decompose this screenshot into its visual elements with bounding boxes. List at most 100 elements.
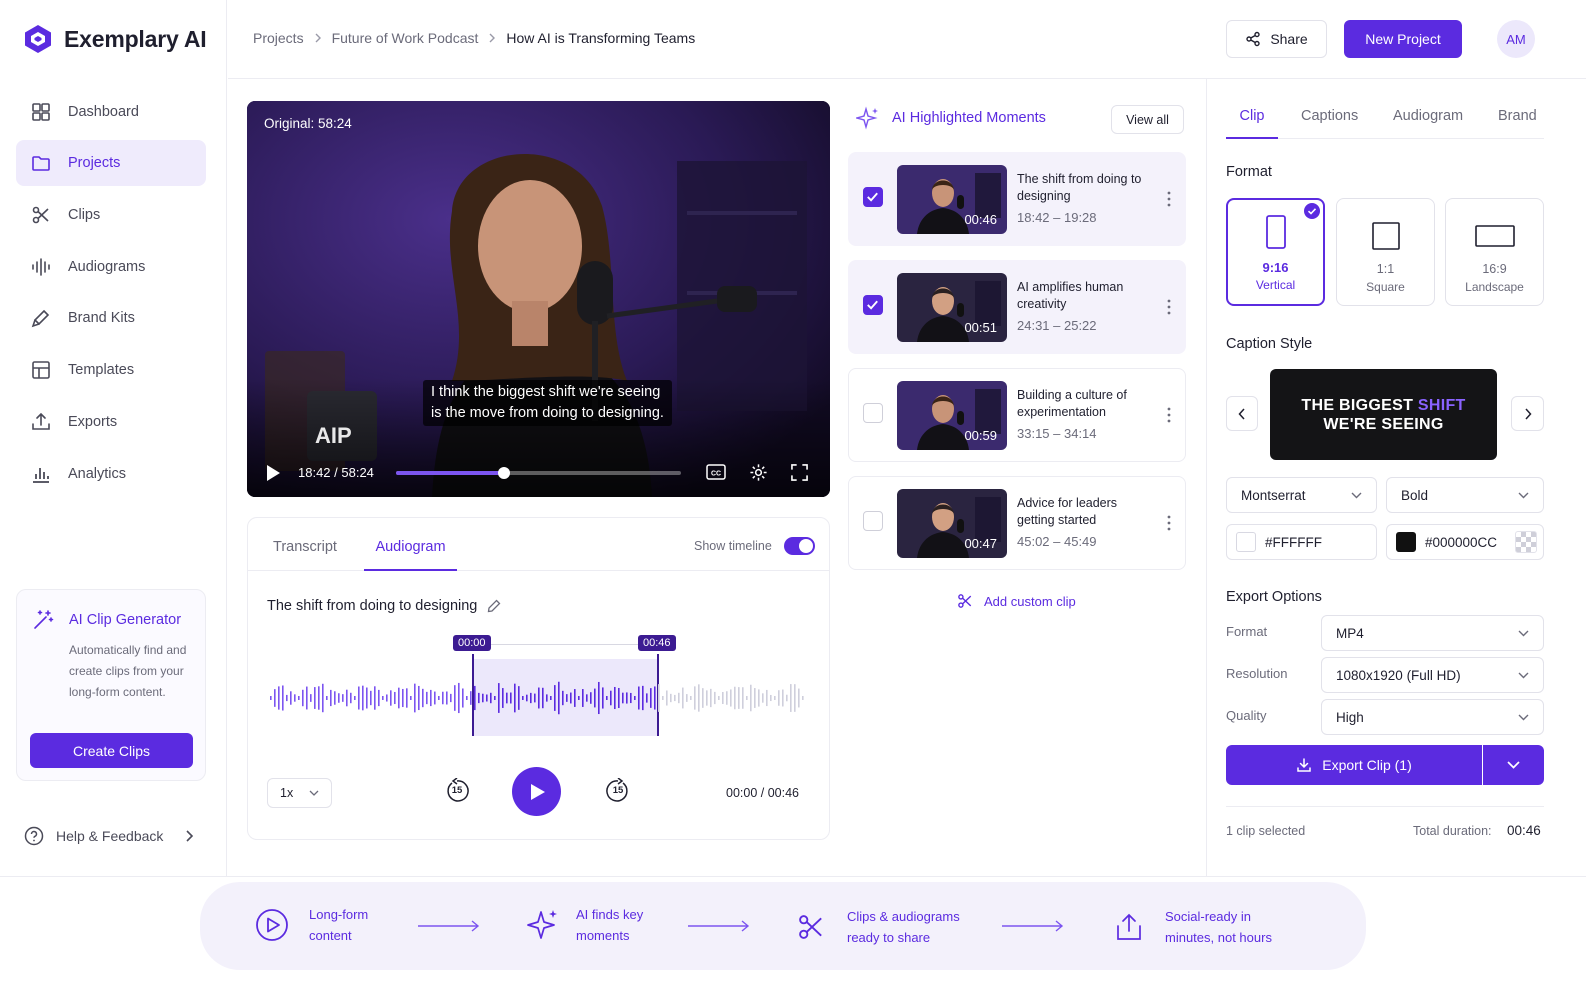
format-option-landscape[interactable]: 16:9 Landscape <box>1445 198 1544 306</box>
closed-captions-icon[interactable]: CC <box>706 463 726 481</box>
waveform-bar <box>566 694 568 702</box>
settings-gear-icon[interactable] <box>749 463 768 482</box>
font-weight-select[interactable]: Bold <box>1386 477 1544 513</box>
tab-audiogram-settings[interactable]: Audiogram <box>1393 108 1463 124</box>
sidebar-item-templates[interactable]: Templates <box>16 347 206 393</box>
audio-waveform[interactable] <box>268 673 808 723</box>
tab-audiogram[interactable]: Audiogram <box>364 539 457 571</box>
show-timeline-toggle-row: Show timeline <box>694 537 815 555</box>
kebab-menu-icon[interactable] <box>1167 407 1171 423</box>
landscape-frame-icon <box>1474 225 1515 247</box>
scissors-icon <box>958 594 972 608</box>
brand-name: Exemplary AI <box>64 25 207 52</box>
clip-end-marker[interactable]: 00:46 <box>638 635 676 651</box>
share-button[interactable]: Share <box>1226 20 1327 58</box>
moment-thumbnail[interactable]: 00:59 <box>897 381 1007 450</box>
sidebar-item-analytics[interactable]: Analytics <box>16 451 206 497</box>
background-color-input[interactable]: #000000CC <box>1386 524 1544 560</box>
sidebar-item-exports[interactable]: Exports <box>16 399 206 445</box>
waveform-bar <box>802 696 804 700</box>
new-project-button[interactable]: New Project <box>1344 20 1462 58</box>
export-options-dropdown-button[interactable] <box>1483 745 1544 785</box>
view-all-button[interactable]: View all <box>1111 105 1184 134</box>
caption-line-1: I think the biggest shift we're seeing <box>431 384 661 400</box>
format-label: Format <box>1226 164 1272 180</box>
moment-card[interactable]: 00:47 Advice for leaders getting started 4… <box>848 476 1186 570</box>
waveform-bar <box>410 696 412 700</box>
format-option-vertical[interactable]: 9:16 Vertical <box>1226 198 1325 306</box>
export-format-label: Format <box>1226 624 1268 639</box>
moment-title: The shift from doing to designing <box>1017 172 1142 203</box>
waveform-bar <box>334 691 336 705</box>
tab-clip[interactable]: Clip <box>1226 108 1278 139</box>
playback-speed-select[interactable]: 1x <box>267 778 332 808</box>
caption-style-preview[interactable]: THE BIGGEST SHIFT WE'RE SEEING <box>1270 369 1497 460</box>
waveform-bar <box>538 687 540 709</box>
create-clips-button[interactable]: Create Clips <box>30 733 193 768</box>
kebab-menu-icon[interactable] <box>1167 515 1171 531</box>
audio-play-button[interactable] <box>512 767 561 816</box>
caption-style-next-button[interactable] <box>1511 396 1544 431</box>
format-ratio: 9:16 <box>1262 260 1289 275</box>
caption-line-2: is the move from doing to designing. <box>431 405 664 421</box>
tab-brand[interactable]: Brand <box>1498 108 1537 124</box>
font-family-select[interactable]: Montserrat <box>1226 477 1377 513</box>
moment-card[interactable]: 00:51 AI amplifies human creativity 24:31 … <box>848 260 1186 354</box>
sidebar-item-brand-kits[interactable]: Brand Kits <box>16 295 206 341</box>
opacity-checker-icon[interactable] <box>1515 531 1537 553</box>
waveform-bar <box>434 691 436 705</box>
skip-back-button[interactable]: 15 <box>444 778 470 804</box>
kebab-menu-icon[interactable] <box>1167 191 1171 207</box>
skip-forward-button[interactable]: 15 <box>605 778 631 804</box>
bg-color-swatch[interactable] <box>1396 532 1416 552</box>
brand-logo[interactable]: Exemplary AI <box>24 24 207 54</box>
waveform-bar <box>734 686 736 710</box>
export-format-select[interactable]: MP4 <box>1321 615 1544 651</box>
tab-captions[interactable]: Captions <box>1301 108 1358 124</box>
waveform-bar <box>458 682 460 714</box>
clip-start-marker[interactable]: 00:00 <box>453 635 491 651</box>
text-color-input[interactable]: #FFFFFF <box>1226 524 1377 560</box>
sidebar-item-dashboard[interactable]: Dashboard <box>16 89 206 135</box>
help-feedback-link[interactable]: Help & Feedback <box>24 826 194 846</box>
moment-checkbox[interactable] <box>863 403 883 423</box>
video-player[interactable]: Original: 58:24 AIP I think the biggest … <box>247 101 830 497</box>
sidebar-item-audiograms[interactable]: Audiograms <box>16 244 206 290</box>
moment-checkbox[interactable] <box>863 187 883 207</box>
folder-icon <box>32 156 50 171</box>
breadcrumb-projects[interactable]: Projects <box>253 30 304 46</box>
waveform-bar <box>582 689 584 707</box>
moment-card[interactable]: 00:59 Building a culture of experimentati… <box>848 368 1186 462</box>
fullscreen-icon[interactable] <box>791 464 808 481</box>
tab-transcript[interactable]: Transcript <box>273 539 337 555</box>
avatar[interactable]: AM <box>1497 20 1535 58</box>
moment-checkbox[interactable] <box>863 511 883 531</box>
sidebar-item-clips[interactable]: Clips <box>16 192 206 238</box>
export-clip-button[interactable]: Export Clip (1) <box>1226 745 1482 785</box>
sidebar-item-projects[interactable]: Projects <box>16 140 206 186</box>
step-4-line-1: Social-ready in <box>1165 909 1251 924</box>
video-progress-track[interactable] <box>396 467 681 479</box>
sidebar-item-label: Clips <box>68 207 101 223</box>
export-quality-select[interactable]: High <box>1321 699 1544 735</box>
export-resolution-select[interactable]: 1080x1920 (Full HD) <box>1321 657 1544 693</box>
text-color-swatch[interactable] <box>1236 532 1256 552</box>
show-timeline-toggle[interactable] <box>783 537 815 555</box>
breadcrumb-podcast[interactable]: Future of Work Podcast <box>332 30 479 46</box>
kebab-menu-icon[interactable] <box>1167 299 1171 315</box>
moment-card[interactable]: 00:46 The shift from doing to designing 18… <box>848 152 1186 246</box>
edit-pencil-icon[interactable] <box>487 599 501 613</box>
svg-text:CC: CC <box>711 471 721 478</box>
waveform-bar <box>338 693 340 703</box>
add-custom-clip-button[interactable]: Add custom clip <box>956 592 1076 610</box>
moment-thumbnail[interactable]: 00:46 <box>897 165 1007 234</box>
waveform-bar <box>754 688 756 708</box>
moment-thumbnail[interactable]: 00:47 <box>897 489 1007 558</box>
moment-thumbnail[interactable]: 00:51 <box>897 273 1007 342</box>
video-time: 18:42 / 58:24 <box>298 465 374 480</box>
waveform-bar <box>654 686 656 710</box>
caption-style-prev-button[interactable] <box>1226 396 1258 431</box>
format-option-square[interactable]: 1:1 Square <box>1336 198 1435 306</box>
moment-checkbox[interactable] <box>863 295 883 315</box>
play-icon[interactable] <box>265 464 281 482</box>
